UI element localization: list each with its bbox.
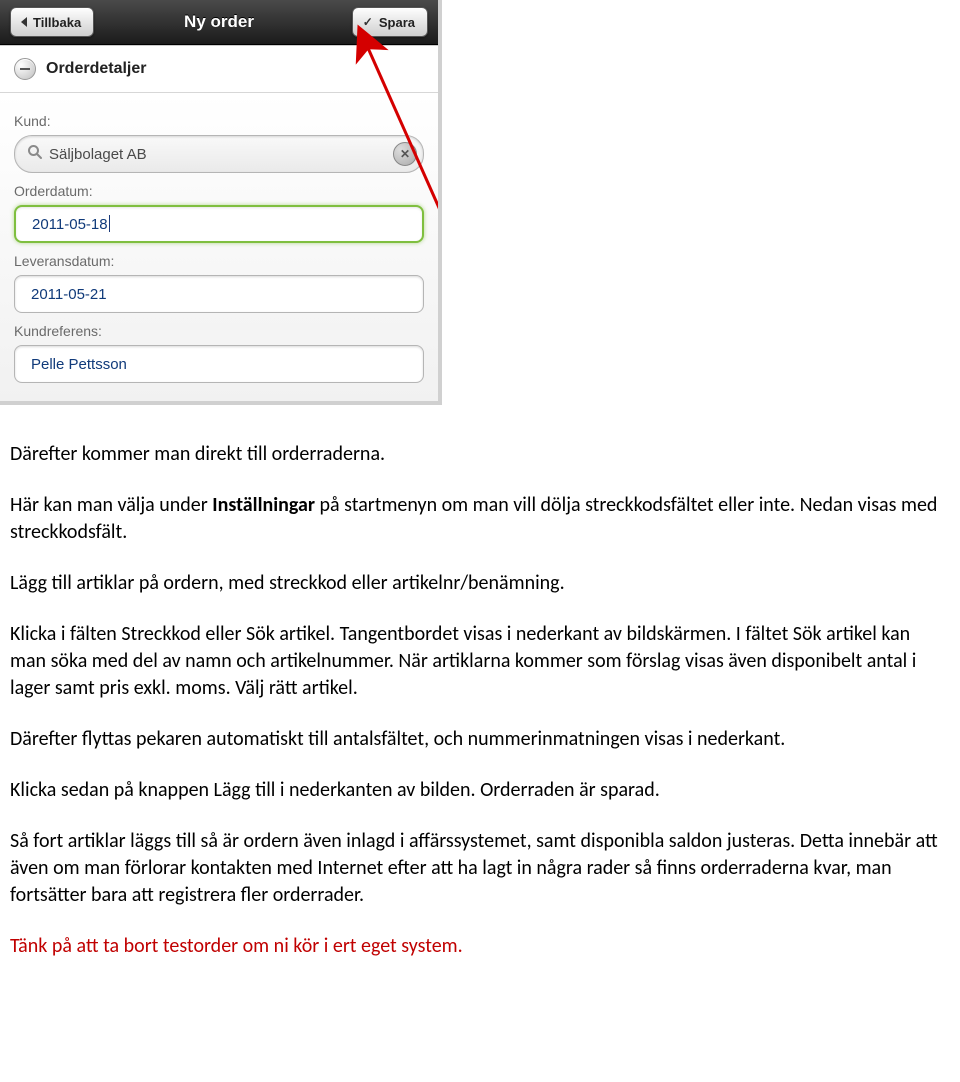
document-body: Därefter kommer man direkt till orderrad… (0, 405, 956, 1014)
section-title: Orderdetaljer (46, 60, 146, 78)
app-screenshot: Tillbaka Ny order ✓ Spara Orderdetaljer … (0, 0, 442, 405)
custref-label: Kundreferens: (14, 323, 424, 339)
customer-search-input[interactable]: Säljbolaget AB ✕ (14, 135, 424, 173)
delivdate-label: Leveransdatum: (14, 253, 424, 269)
form-body: Kund: Säljbolaget AB ✕ Orderdatum: 2011-… (0, 93, 438, 401)
customer-value: Säljbolaget AB (43, 146, 393, 163)
custref-input[interactable]: Pelle Pettsson (14, 345, 424, 383)
paragraph: Här kan man välja under Inställningar på… (10, 492, 940, 546)
search-icon (27, 144, 43, 165)
collapse-icon (14, 58, 36, 80)
paragraph-warning: Tänk på att ta bort testorder om ni kör … (10, 933, 940, 960)
customer-label: Kund: (14, 113, 424, 129)
back-button[interactable]: Tillbaka (10, 7, 94, 37)
form-panel: Orderdetaljer Kund: Säljbolaget AB ✕ Ord… (0, 45, 438, 401)
custref-value: Pelle Pettsson (25, 356, 413, 373)
delivdate-input[interactable]: 2011-05-21 (14, 275, 424, 313)
paragraph: Därefter kommer man direkt till orderrad… (10, 441, 940, 468)
paragraph: Klicka sedan på knappen Lägg till i nede… (10, 777, 940, 804)
back-button-label: Tillbaka (33, 15, 81, 30)
orderdate-label: Orderdatum: (14, 183, 424, 199)
orderdate-input[interactable]: 2011-05-18 (14, 205, 424, 243)
paragraph: Så fort artiklar läggs till så är ordern… (10, 828, 940, 909)
save-button[interactable]: ✓ Spara (352, 7, 428, 37)
text-cursor (109, 215, 110, 232)
delivdate-value: 2011-05-21 (25, 286, 413, 303)
check-icon: ✓ (363, 15, 373, 29)
paragraph: Därefter flyttas pekaren automatiskt til… (10, 726, 940, 753)
toolbar: Tillbaka Ny order ✓ Spara (0, 0, 438, 45)
toolbar-title: Ny order (184, 12, 254, 32)
paragraph: Lägg till artiklar på ordern, med streck… (10, 570, 940, 597)
chevron-left-icon (21, 17, 27, 27)
orderdate-value: 2011-05-18 (26, 215, 412, 233)
clear-button[interactable]: ✕ (393, 142, 417, 166)
save-button-label: Spara (379, 15, 415, 30)
paragraph: Klicka i fälten Streckkod eller Sök arti… (10, 621, 940, 702)
section-header[interactable]: Orderdetaljer (0, 46, 438, 93)
